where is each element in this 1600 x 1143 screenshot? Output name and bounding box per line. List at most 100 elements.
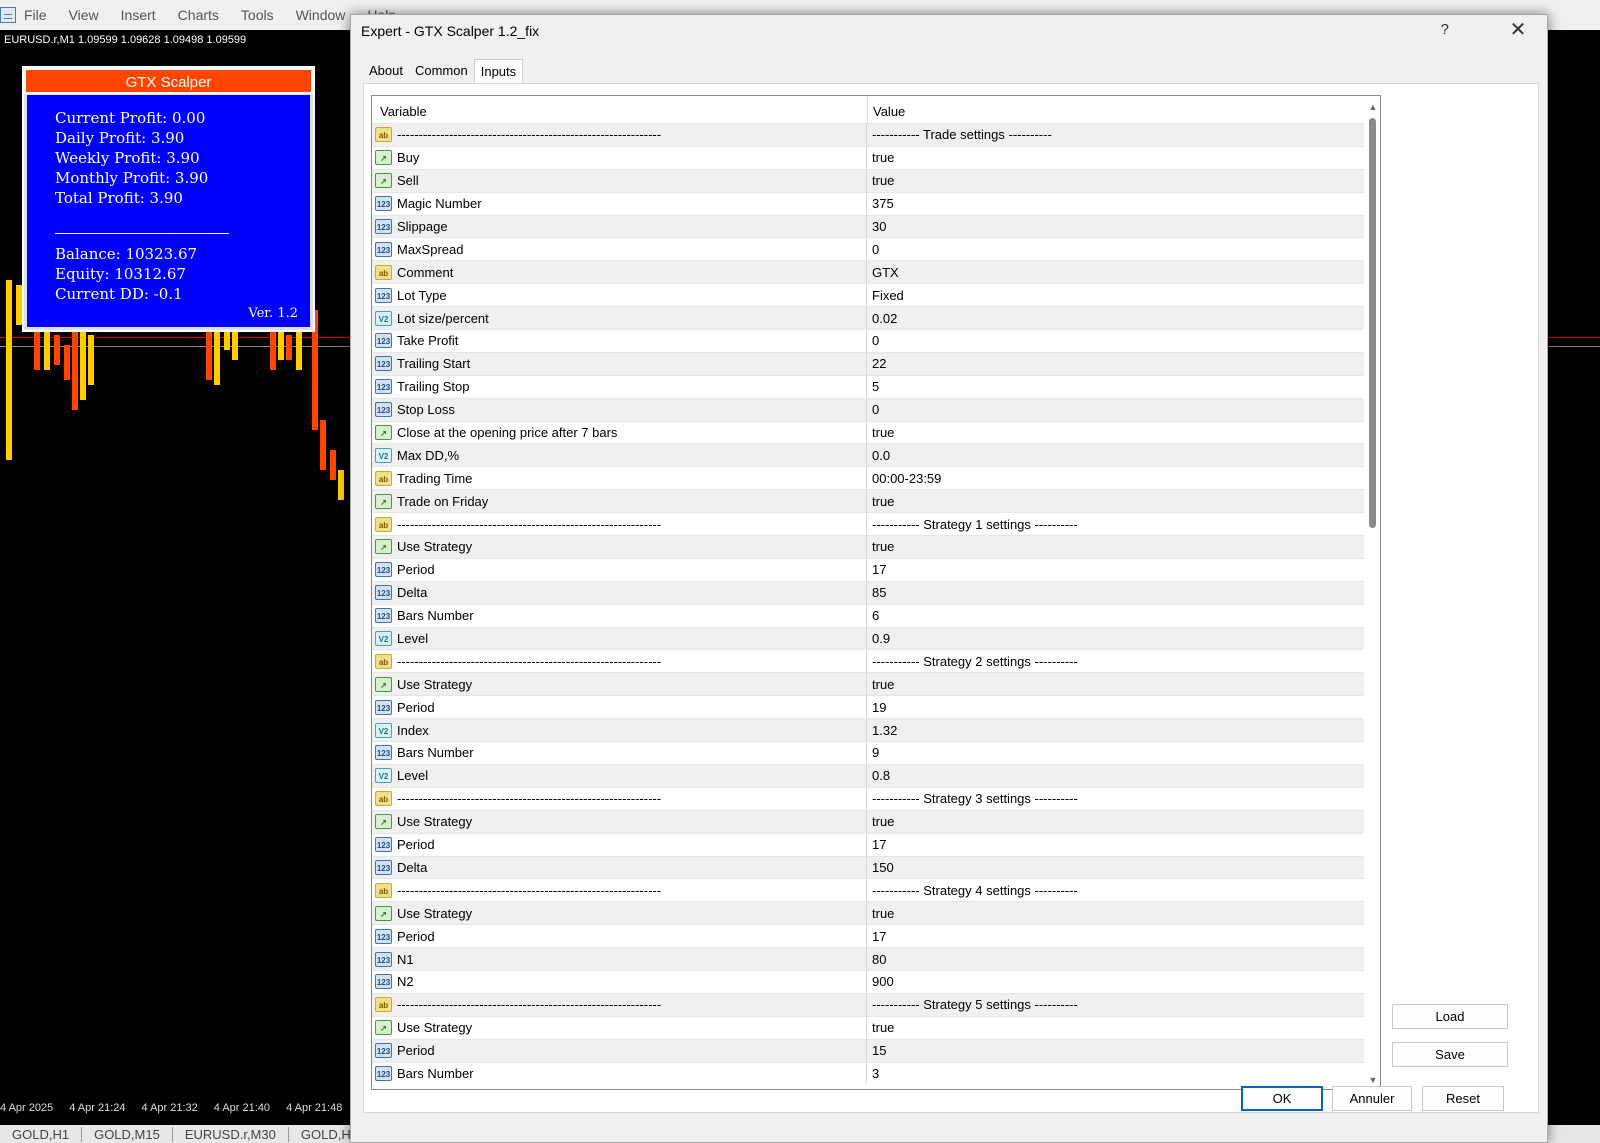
value-cell[interactable]: 17 <box>867 929 1364 944</box>
value-cell[interactable]: 0.8 <box>867 768 1364 783</box>
value-cell[interactable]: ----------- Strategy 1 settings --------… <box>867 517 1364 532</box>
value-cell[interactable]: 6 <box>867 608 1364 623</box>
value-cell[interactable]: true <box>867 173 1364 188</box>
value-cell[interactable]: ----------- Strategy 2 settings --------… <box>867 654 1364 669</box>
tab-common[interactable]: Common <box>409 59 474 83</box>
reset-button[interactable]: Reset <box>1422 1086 1504 1111</box>
value-cell[interactable]: true <box>867 677 1364 692</box>
input-row[interactable]: 123 Period 19 <box>372 695 1364 719</box>
value-cell[interactable]: GTX <box>867 265 1364 280</box>
input-row[interactable]: 123 Take Profit 0 <box>372 329 1364 352</box>
value-cell[interactable]: 80 <box>867 952 1364 967</box>
value-cell[interactable]: 17 <box>867 562 1364 577</box>
input-row[interactable]: 123 N1 80 <box>372 947 1364 970</box>
scroll-down-icon[interactable]: ▼ <box>1368 1075 1378 1085</box>
input-row[interactable]: 123 Stop Loss 0 <box>372 397 1364 421</box>
input-row[interactable]: ↗ Use Strategy true <box>372 901 1364 925</box>
input-row[interactable]: ↗ Sell true <box>372 168 1364 192</box>
input-row[interactable]: 123 Bars Number 3 <box>372 1061 1364 1085</box>
input-row[interactable]: ↗ Use Strategy true <box>372 1015 1364 1039</box>
value-cell[interactable]: true <box>867 425 1364 440</box>
input-row[interactable]: 123 Trailing Start 22 <box>372 351 1364 375</box>
cancel-button[interactable]: Annuler <box>1332 1086 1412 1111</box>
value-cell[interactable]: true <box>867 814 1364 829</box>
input-row[interactable]: 123 Period 17 <box>372 924 1364 948</box>
tab-about[interactable]: About <box>363 59 409 83</box>
value-cell[interactable]: 19 <box>867 700 1364 715</box>
ok-button[interactable]: OK <box>1241 1086 1323 1111</box>
input-row[interactable]: ↗ Trade on Friday true <box>372 489 1364 513</box>
value-cell[interactable]: 0.9 <box>867 631 1364 646</box>
value-cell[interactable]: 0 <box>867 242 1364 257</box>
input-row[interactable]: V2 Lot size/percent 0.02 <box>372 306 1364 330</box>
value-cell[interactable]: true <box>867 906 1364 921</box>
input-row[interactable]: ↗ Use Strategy true <box>372 672 1364 696</box>
value-cell[interactable]: ----------- Strategy 5 settings --------… <box>867 997 1364 1012</box>
tab-inputs[interactable]: Inputs <box>473 59 524 83</box>
value-cell[interactable]: 22 <box>867 356 1364 371</box>
value-cell[interactable]: 17 <box>867 837 1364 852</box>
input-row[interactable]: 123 Lot Type Fixed <box>372 283 1364 307</box>
input-row[interactable]: ab --------------------------------------… <box>372 512 1364 536</box>
input-row[interactable]: V2 Level 0.8 <box>372 763 1364 787</box>
chart-tab[interactable]: EURUSD.r,M30 <box>173 1126 289 1142</box>
value-cell[interactable]: 85 <box>867 585 1364 600</box>
chart-tab[interactable]: GOLD,M15 <box>82 1126 173 1142</box>
input-row[interactable]: ab Trading Time 00:00-23:59 <box>372 466 1364 490</box>
input-row[interactable]: ↗ Buy true <box>372 145 1364 169</box>
input-row[interactable]: 123 Trailing Stop 5 <box>372 374 1364 398</box>
save-button[interactable]: Save <box>1392 1042 1508 1067</box>
input-row[interactable]: ↗ Use Strategy true <box>372 535 1364 558</box>
value-cell[interactable]: true <box>867 539 1364 554</box>
menu-view[interactable]: View <box>69 7 99 23</box>
value-cell[interactable]: Fixed <box>867 288 1364 303</box>
menu-file[interactable]: File <box>24 7 47 23</box>
menu-tools[interactable]: Tools <box>241 7 274 23</box>
input-row[interactable]: 123 Bars Number 9 <box>372 741 1364 764</box>
load-button[interactable]: Load <box>1392 1004 1508 1029</box>
menu-window[interactable]: Window <box>296 7 346 23</box>
value-cell[interactable]: 0 <box>867 402 1364 417</box>
value-cell[interactable]: ----------- Strategy 4 settings --------… <box>867 883 1364 898</box>
value-cell[interactable]: 5 <box>867 379 1364 394</box>
value-cell[interactable]: 150 <box>867 860 1364 875</box>
input-row[interactable]: 123 Period 17 <box>372 557 1364 581</box>
value-cell[interactable]: ----------- Strategy 3 settings --------… <box>867 791 1364 806</box>
value-cell[interactable]: 900 <box>867 974 1364 989</box>
input-row[interactable]: ab --------------------------------------… <box>372 123 1364 146</box>
close-icon[interactable]: ✕ <box>1507 19 1529 41</box>
input-row[interactable]: 123 Bars Number 6 <box>372 603 1364 627</box>
value-cell[interactable]: true <box>867 150 1364 165</box>
value-cell[interactable]: 15 <box>867 1043 1364 1058</box>
value-cell[interactable]: 0.02 <box>867 311 1364 326</box>
chart-tab[interactable]: GOLD,H1 <box>0 1126 83 1142</box>
column-header-value[interactable]: Value <box>873 104 905 119</box>
value-cell[interactable]: true <box>867 494 1364 509</box>
menu-insert[interactable]: Insert <box>121 7 156 23</box>
value-cell[interactable]: 30 <box>867 219 1364 234</box>
scroll-up-icon[interactable]: ▲ <box>1368 102 1378 112</box>
value-cell[interactable]: 3 <box>867 1066 1364 1081</box>
value-cell[interactable]: 9 <box>867 745 1364 760</box>
value-cell[interactable]: 0 <box>867 333 1364 348</box>
value-cell[interactable]: true <box>867 1020 1364 1035</box>
input-row[interactable]: 123 Period 17 <box>372 832 1364 856</box>
menu-charts[interactable]: Charts <box>178 7 219 23</box>
help-icon[interactable]: ? <box>1441 21 1449 38</box>
vertical-scrollbar[interactable]: ▲ ▼ <box>1365 96 1380 1089</box>
value-cell[interactable]: 00:00-23:59 <box>867 471 1364 486</box>
input-row[interactable]: ab --------------------------------------… <box>372 649 1364 673</box>
input-row[interactable]: 123 Delta 150 <box>372 855 1364 879</box>
input-row[interactable]: V2 Max DD,% 0.0 <box>372 443 1364 467</box>
scroll-thumb[interactable] <box>1369 118 1376 528</box>
input-row[interactable]: 123 MaxSpread 0 <box>372 237 1364 261</box>
input-row[interactable]: ↗ Use Strategy true <box>372 809 1364 833</box>
input-row[interactable]: ab Comment GTX <box>372 260 1364 284</box>
input-row[interactable]: ab --------------------------------------… <box>372 992 1364 1016</box>
input-row[interactable]: ab --------------------------------------… <box>372 786 1364 810</box>
input-row[interactable]: ↗ Close at the opening price after 7 bars… <box>372 420 1364 444</box>
input-row[interactable]: 123 N2 900 <box>372 969 1364 993</box>
input-row[interactable]: ab --------------------------------------… <box>372 878 1364 902</box>
input-row[interactable]: V2 Index 1.32 <box>372 718 1364 742</box>
value-cell[interactable]: 1.32 <box>867 723 1364 738</box>
